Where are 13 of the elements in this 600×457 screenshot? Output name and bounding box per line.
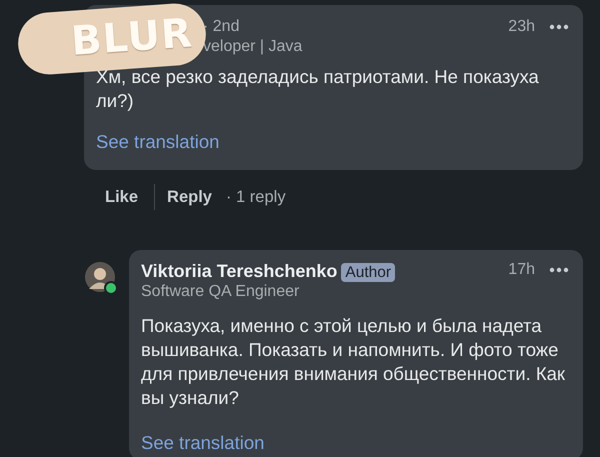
reply-count[interactable]: · 1 reply: [226, 188, 286, 206]
like-button[interactable]: Like: [105, 188, 138, 206]
more-icon[interactable]: [549, 267, 569, 273]
reply-time: 17h: [508, 260, 535, 280]
comment-time: 23h: [508, 17, 535, 37]
author-badge: Author: [341, 263, 396, 282]
reply-button[interactable]: Reply: [167, 188, 212, 206]
see-translation-link[interactable]: See translation: [141, 432, 264, 454]
more-icon[interactable]: [549, 24, 569, 30]
reply-text: Показуха, именно с этой целью и была надета вышиванка. Показать и напомнить. И фото тоже для привлечения внимания общественности. Как вы узнали?: [141, 314, 566, 410]
author-name[interactable]: Viktoriia Tereshchenko: [141, 261, 338, 281]
see-translation-link[interactable]: See translation: [96, 131, 220, 153]
author-headline: Software QA Engineer: [141, 282, 300, 302]
